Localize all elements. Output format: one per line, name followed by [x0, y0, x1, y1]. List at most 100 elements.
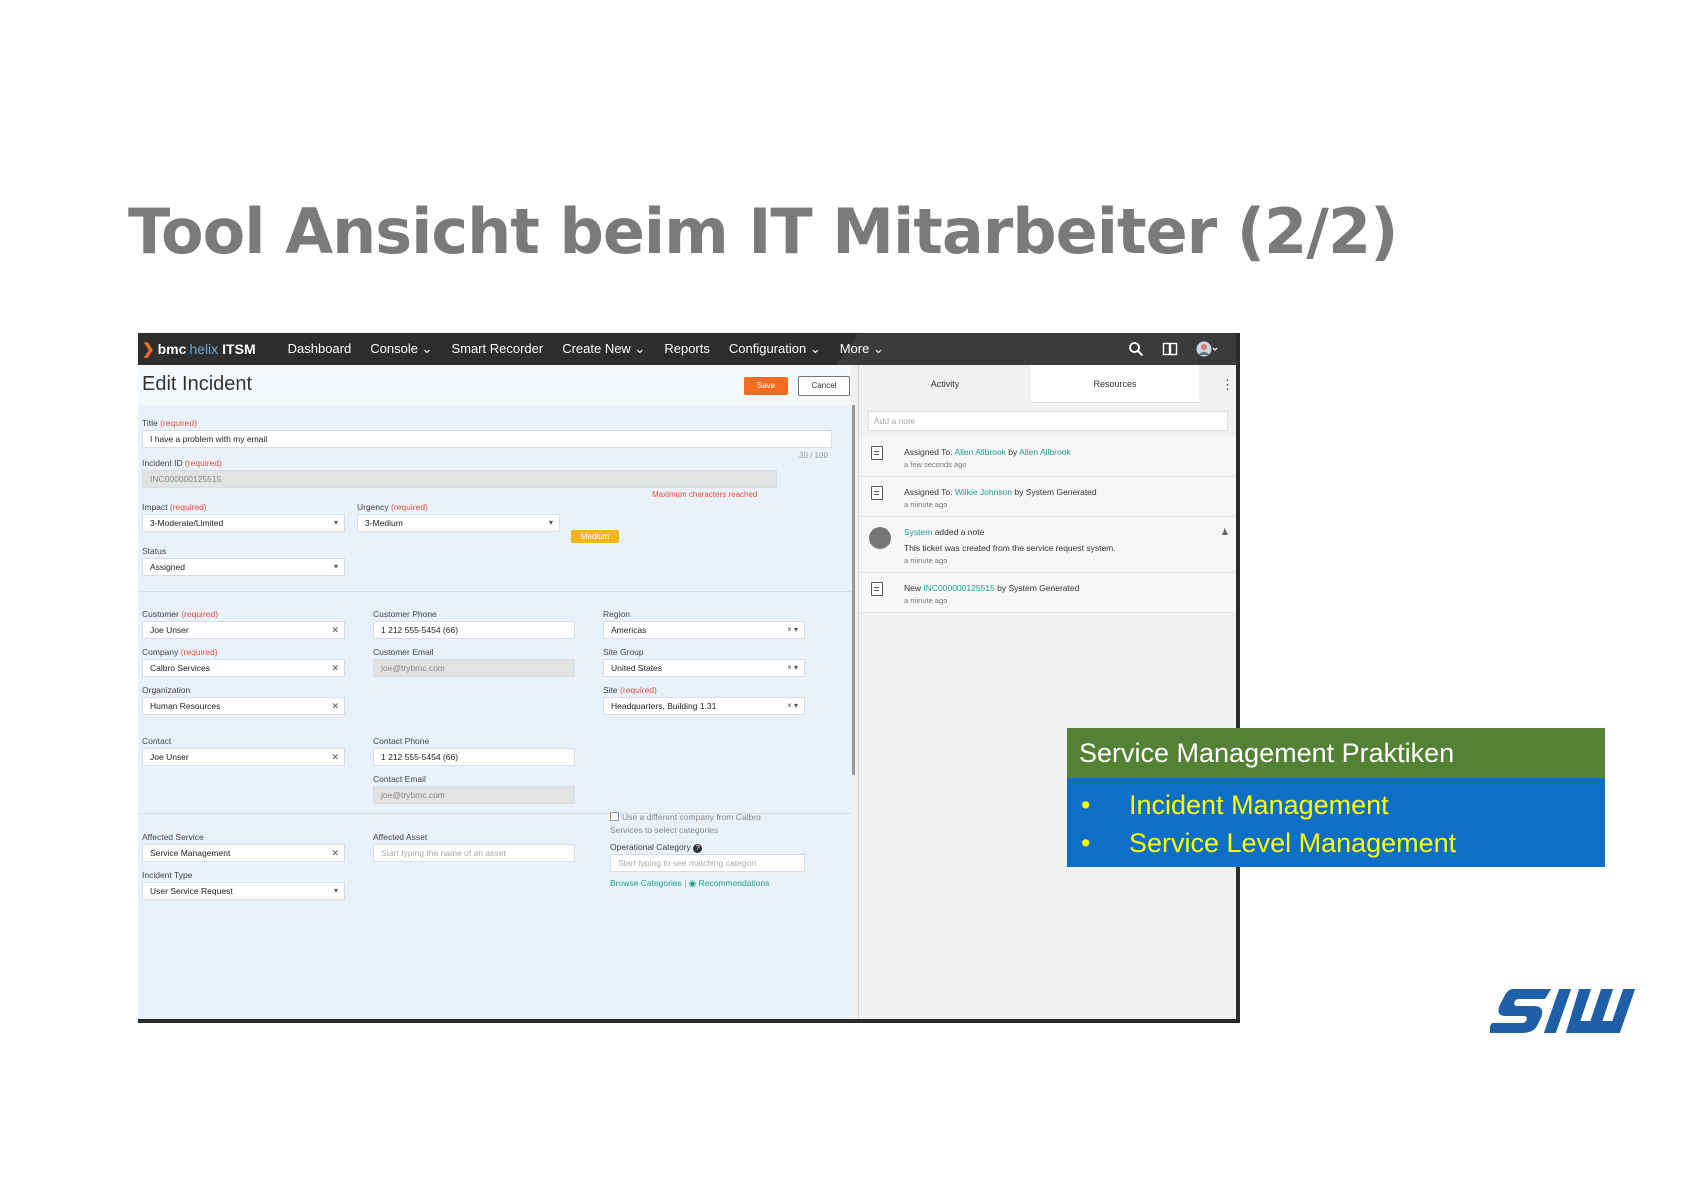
- browse-categories-link[interactable]: Browse Categories | ◉ Recommendations: [610, 878, 769, 889]
- more-options-icon[interactable]: ⋮: [1221, 377, 1234, 393]
- title-label: Title (required): [142, 418, 197, 428]
- affected-asset-input[interactable]: Start typing the name of an asset: [373, 844, 575, 862]
- search-icon[interactable]: [1128, 341, 1144, 357]
- contact-email-label: Contact Email: [373, 774, 426, 784]
- different-company-label: Use a different company from Calbro: [622, 812, 761, 822]
- practice-callout: Service Management Praktiken • Incident M…: [1067, 728, 1605, 867]
- status-select[interactable]: Assigned ▾: [142, 558, 345, 576]
- list-item: Assigned To: Allen Allbrook by Allen All…: [859, 437, 1236, 477]
- chevron-down-icon: × ▾: [787, 701, 798, 710]
- customer-label: Customer (required): [142, 609, 219, 619]
- recommendations-icon: ◉: [688, 878, 697, 888]
- nav-console[interactable]: Console ⌄: [370, 341, 432, 357]
- customer-email-label: Customer Email: [373, 647, 434, 657]
- affected-asset-label: Affected Asset: [373, 832, 428, 842]
- page-title: Edit Incident: [142, 373, 253, 395]
- form-scrollbar[interactable]: [852, 405, 855, 775]
- book-icon[interactable]: [1162, 341, 1178, 357]
- organization-label: Organization: [142, 685, 191, 695]
- list-item: Assigned To: Wilkie Johnson by System Ge…: [859, 477, 1236, 517]
- nav-reports[interactable]: Reports: [664, 341, 710, 357]
- customer-input[interactable]: Joe Unser ✕: [142, 621, 345, 639]
- nav-smart-recorder[interactable]: Smart Recorder: [451, 341, 543, 357]
- help-icon: ?: [693, 844, 703, 853]
- operational-category-input[interactable]: Start typing to see matching categori: [610, 854, 805, 872]
- person-icon: ♟: [1220, 527, 1229, 537]
- slide-title: Tool Ansicht beim IT Mitarbeiter (2/2): [128, 195, 1398, 268]
- status-label: Status: [142, 546, 167, 556]
- chevron-down-icon: × ▾: [787, 625, 798, 634]
- itsm-app-screenshot: ❯ bmc helix ITSM Dashboard Console ⌄ Sma…: [138, 333, 1240, 1023]
- customer-phone-label: Customer Phone: [373, 609, 437, 619]
- region-label: Region: [603, 609, 630, 619]
- nav-dashboard[interactable]: Dashboard: [288, 341, 352, 357]
- incident-type-select[interactable]: User Service Request ▾: [142, 882, 345, 900]
- different-company-label-2: Services to select categories: [610, 825, 719, 835]
- company-label: Company (required): [142, 647, 218, 657]
- site-label: Site (required): [603, 685, 657, 695]
- operational-category-label: Operational Category ?: [610, 842, 703, 853]
- contact-label: Contact: [142, 736, 172, 746]
- practice-heading: Service Management Praktiken: [1067, 728, 1605, 778]
- urgency-select[interactable]: 3-Medium ▾: [357, 514, 560, 532]
- document-icon: [871, 446, 883, 460]
- different-company-checkbox[interactable]: [610, 812, 619, 821]
- max-chars-message: Maximum characters reached: [652, 490, 758, 499]
- nav-configuration[interactable]: Configuration ⌄: [729, 341, 821, 357]
- title-input[interactable]: I have a problem with my email: [142, 430, 832, 448]
- affected-service-input[interactable]: Service Management ✕: [142, 844, 345, 862]
- chevron-down-icon: ▾: [333, 562, 338, 571]
- priority-badge: Medium: [571, 530, 619, 543]
- clear-icon: ✕: [331, 663, 339, 673]
- activity-panel: Activity Resources ⋮ Add a note Assigned…: [858, 365, 1236, 1019]
- brand-logo[interactable]: ❯ bmc helix ITSM: [142, 340, 256, 358]
- list-item: New INC000000125515 by System Generated …: [859, 573, 1236, 613]
- chevron-down-icon: ▾: [333, 886, 338, 895]
- clear-icon: ✕: [331, 848, 339, 858]
- site-group-select[interactable]: United States × ▾: [603, 659, 805, 677]
- tab-activity[interactable]: Activity: [859, 365, 1031, 403]
- save-button[interactable]: Save: [744, 377, 788, 395]
- customer-phone-input[interactable]: 1 212 555-5454 (66): [373, 621, 575, 639]
- edit-incident-form: Edit Incident Save Cancel Title (require…: [138, 365, 855, 1019]
- clear-icon: ✕: [331, 625, 339, 635]
- add-note-input[interactable]: Add a note: [868, 411, 1228, 431]
- list-item: • Incident Management: [1081, 789, 1389, 820]
- impact-label: Impact (required): [142, 502, 207, 512]
- tab-resources[interactable]: Resources: [1031, 365, 1199, 403]
- siw-logo: [1490, 989, 1636, 1033]
- incident-id-label: Incident ID (required): [142, 458, 222, 468]
- list-item: • Service Level Management: [1081, 827, 1457, 858]
- company-input[interactable]: Calbro Services ✕: [142, 659, 345, 677]
- impact-select[interactable]: 3-Moderate/Limited ▾: [142, 514, 345, 532]
- activity-feed: Assigned To: Allen Allbrook by Allen All…: [859, 437, 1236, 613]
- list-item: System added a note This ticket was crea…: [859, 517, 1236, 573]
- customer-email-field: joe@trybmc.com: [373, 659, 575, 677]
- site-select[interactable]: Headquarters, Building 1.31 × ▾: [603, 697, 805, 715]
- site-group-label: Site Group: [603, 647, 644, 657]
- incident-id-field: INC000000125515: [142, 470, 777, 488]
- chevron-down-icon: ▾: [333, 518, 338, 527]
- organization-input[interactable]: Human Resources ✕: [142, 697, 345, 715]
- affected-service-label: Affected Service: [142, 832, 204, 842]
- top-navbar: ❯ bmc helix ITSM Dashboard Console ⌄ Sma…: [138, 333, 1236, 365]
- document-icon: [871, 582, 883, 596]
- contact-email-field: joe@trybmc.com: [373, 786, 575, 804]
- contact-phone-input[interactable]: 1 212 555-5454 (66): [373, 748, 575, 766]
- document-icon: [871, 486, 883, 500]
- cancel-button[interactable]: Cancel: [798, 376, 850, 396]
- bmc-chevron-icon: ❯: [142, 341, 155, 358]
- region-select[interactable]: Americas × ▾: [603, 621, 805, 639]
- contact-input[interactable]: Joe Unser ✕: [142, 748, 345, 766]
- nav-create-new[interactable]: Create New ⌄: [562, 341, 645, 357]
- chevron-down-icon: ▾: [548, 518, 553, 527]
- chevron-down-icon: × ▾: [787, 663, 798, 672]
- avatar[interactable]: [1196, 341, 1218, 357]
- incident-type-label: Incident Type: [142, 870, 193, 880]
- title-char-counter: 30 / 100: [799, 451, 828, 460]
- urgency-label: Urgency (required): [357, 502, 428, 512]
- nav-more[interactable]: More ⌄: [840, 341, 884, 357]
- contact-phone-label: Contact Phone: [373, 736, 430, 746]
- avatar: [869, 527, 891, 549]
- practice-list: • Incident Management • Service Level Mana…: [1067, 778, 1605, 867]
